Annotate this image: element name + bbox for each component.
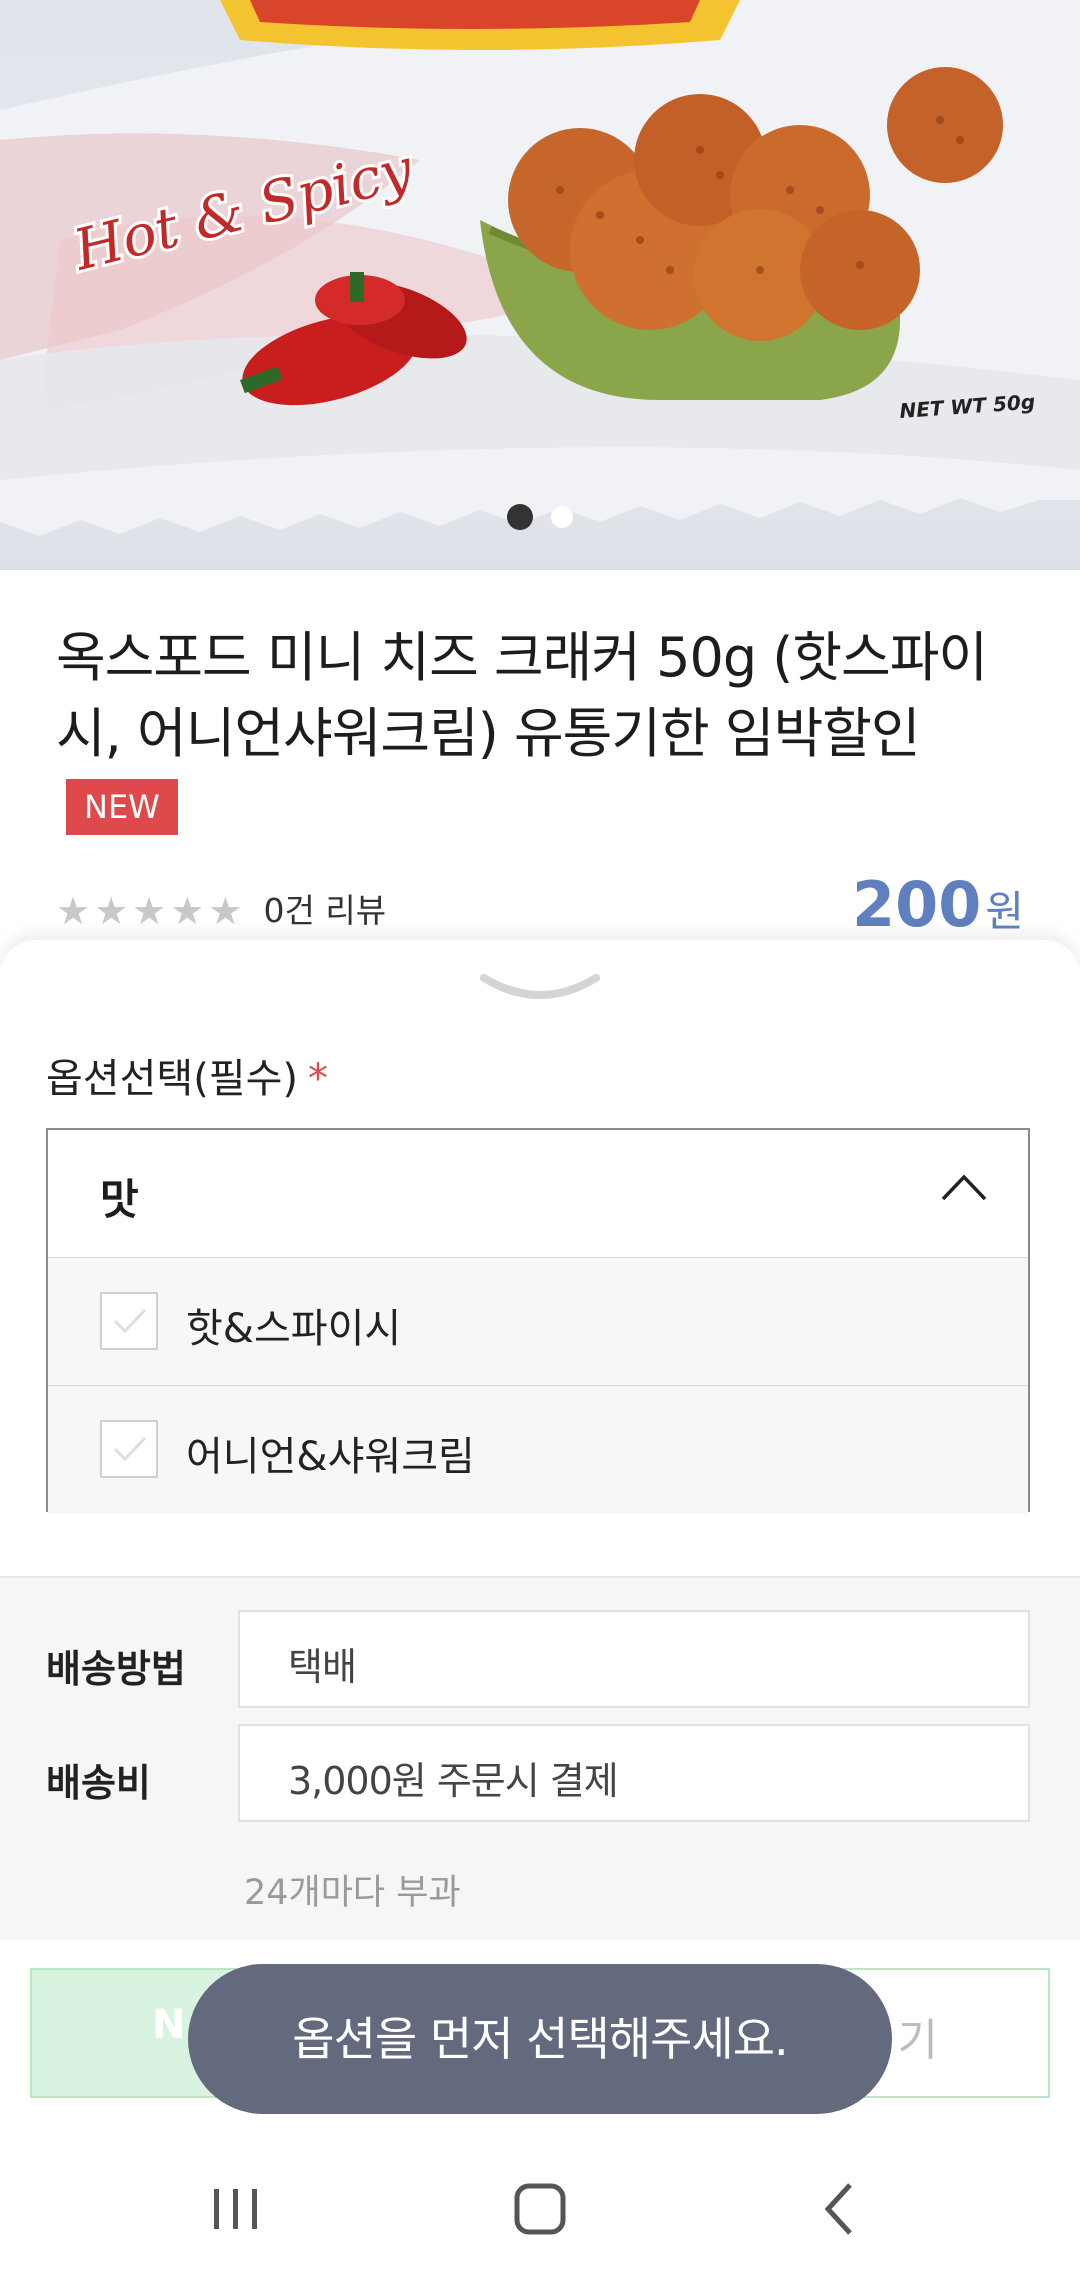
option-select-label-text: 옵션선택(필수): [46, 1056, 299, 1102]
review-count[interactable]: 0건 리뷰: [263, 891, 386, 930]
shipping-method-label: 배송방법: [46, 1647, 186, 1691]
shipping-fee-field: 3,000원 주문시 결제: [238, 1724, 1030, 1822]
chevron-up-icon[interactable]: [940, 1172, 988, 1202]
home-icon[interactable]: [500, 2169, 580, 2249]
option-select-label: 옵션선택(필수) *: [46, 1046, 328, 1104]
checkbox[interactable]: [100, 1292, 158, 1350]
shipping-fee-value: 3,000원 주문시 결제: [288, 1759, 619, 1803]
option-item[interactable]: 어니언&샤워크림: [48, 1386, 1028, 1514]
carousel-indicator: [0, 504, 1080, 530]
system-navigation-bar: [0, 2135, 1080, 2280]
dropdown-title: 맛: [100, 1175, 139, 1224]
star-icon: ★: [94, 889, 129, 933]
option-item-label: 어니언&샤워크림: [186, 1434, 475, 1480]
star-icon: ★: [56, 889, 91, 933]
shipping-method-value: 택배: [288, 1645, 357, 1689]
check-icon: [113, 1308, 147, 1334]
price: 200원: [852, 868, 1024, 941]
carousel-dot[interactable]: [550, 506, 573, 528]
product-info: 옥스포드 미니 치즈 크래커 50g (핫스파이시, 어니언샤워크림) 유통기한…: [0, 570, 1080, 970]
buy-button-label: N: [152, 2002, 186, 2048]
product-title-text: 옥스포드 미니 치즈 크래커 50g (핫스파이시, 어니언샤워크림) 유통기한…: [56, 626, 988, 765]
sheet-collapse-handle-icon[interactable]: [480, 972, 600, 1006]
required-mark: *: [308, 1056, 329, 1102]
shipping-fee-label: 배송비: [46, 1761, 151, 1805]
recent-apps-icon[interactable]: [196, 2169, 276, 2249]
rating[interactable]: ★ ★ ★ ★ ★ 0건 리뷰: [56, 886, 386, 936]
star-icon: ★: [208, 889, 243, 933]
cart-button-label: 기: [897, 2015, 938, 2066]
price-unit: 원: [985, 887, 1024, 936]
star-icon: ★: [170, 889, 205, 933]
carousel-dot-active[interactable]: [507, 504, 534, 530]
shipping-fee-note: 24개마다 부과: [244, 1873, 461, 1913]
product-package-illustration: Hot & Spicy NET WT 50g: [0, 0, 1080, 536]
checkbox[interactable]: [100, 1420, 158, 1478]
option-dropdown: 맛 핫&스파이시 어니언&샤워크림: [46, 1128, 1030, 1514]
new-badge: NEW: [66, 779, 178, 836]
back-icon[interactable]: [802, 2169, 882, 2249]
option-item[interactable]: 핫&스파이시: [48, 1258, 1028, 1386]
price-value: 200: [851, 868, 982, 941]
dropdown-header[interactable]: 맛: [48, 1130, 1028, 1258]
product-title: 옥스포드 미니 치즈 크래커 50g (핫스파이시, 어니언샤워크림) 유통기한…: [56, 620, 1026, 848]
shipping-method-field: 택배: [238, 1610, 1030, 1708]
option-bottom-sheet: 옵션선택(필수) * 맛 핫&스파이시 어니언&샤워크림 배송방법 택배 배송비…: [0, 940, 1080, 2135]
check-icon: [113, 1436, 147, 1462]
shipping-section: 배송방법 택배 배송비 3,000원 주문시 결제 24개마다 부과: [0, 1576, 1080, 1944]
option-item-label: 핫&스파이시: [186, 1306, 402, 1352]
toast-message: 옵션을 먼저 선택해주세요.: [188, 1964, 892, 2114]
product-image[interactable]: Hot & Spicy NET WT 50g: [0, 0, 1080, 570]
star-icon: ★: [132, 889, 167, 933]
